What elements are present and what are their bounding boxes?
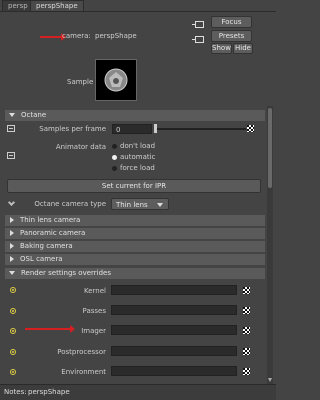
- osl-camera-label: OSL camera: [20, 255, 63, 263]
- tab-divider: [0, 11, 276, 12]
- thin-lens-camera-section[interactable]: Thin lens camera: [5, 215, 265, 226]
- render-overrides-label: Render settings overrides: [21, 269, 111, 277]
- expand-right-icon: [10, 256, 14, 262]
- camera-label: camera:: [62, 32, 91, 40]
- sample-swatch[interactable]: [95, 59, 137, 101]
- map-checker-icon[interactable]: [243, 368, 250, 375]
- samples-per-frame-label: Samples per frame: [39, 125, 106, 133]
- select-node-icon[interactable]: [192, 21, 204, 28]
- radio-dont-load-label: don't load: [120, 142, 156, 150]
- camera-type-dropdown[interactable]: Thin lens: [111, 198, 169, 210]
- samples-per-frame-input[interactable]: 0: [112, 124, 152, 134]
- notes-value[interactable]: perspShape: [28, 388, 70, 396]
- baking-camera-label: Baking camera: [20, 242, 73, 250]
- expand-right-icon: [10, 243, 14, 249]
- presets-button[interactable]: Presets: [211, 30, 252, 42]
- map-checker-icon[interactable]: [243, 307, 250, 314]
- connector-icon[interactable]: [10, 349, 16, 355]
- show-button[interactable]: Show: [211, 43, 232, 54]
- expand-right-icon: [10, 230, 14, 236]
- notes-label: Notes:: [4, 388, 27, 396]
- map-checker-icon[interactable]: [243, 327, 250, 334]
- map-checker-icon[interactable]: [243, 287, 250, 294]
- map-checker-icon[interactable]: [243, 348, 250, 355]
- red-arrow-annotation: [40, 33, 66, 41]
- camera-value-field[interactable]: perspShape: [95, 32, 137, 40]
- imager-label: Imager: [81, 327, 106, 335]
- samples-slider-handle[interactable]: [154, 124, 157, 133]
- octane-section-header[interactable]: Octane: [5, 110, 265, 121]
- tab-persp[interactable]: persp: [2, 0, 34, 11]
- osl-camera-section[interactable]: OSL camera: [5, 254, 265, 265]
- tab-perspshape[interactable]: perspShape: [30, 0, 84, 11]
- pin-icon: [7, 198, 16, 207]
- camera-swatch-icon: [104, 68, 128, 92]
- connector-icon[interactable]: [10, 287, 16, 293]
- postprocessor-label: Postprocessor: [57, 348, 106, 356]
- map-button-icon[interactable]: [7, 152, 15, 159]
- scroll-down-icon[interactable]: [268, 378, 272, 382]
- radio-force-load[interactable]: [112, 166, 117, 171]
- map-checker-icon[interactable]: [247, 125, 254, 132]
- passes-field[interactable]: [111, 305, 237, 315]
- environment-field[interactable]: [111, 366, 237, 376]
- collapse-down-icon: [9, 271, 15, 275]
- expand-right-icon: [10, 217, 14, 223]
- chevron-down-icon: [157, 203, 163, 207]
- copy-tab-icon[interactable]: [192, 36, 204, 43]
- passes-label: Passes: [82, 307, 106, 315]
- octane-section-label: Octane: [21, 111, 47, 119]
- imager-field[interactable]: [111, 325, 237, 335]
- samples-slider-track[interactable]: [154, 128, 246, 130]
- connector-icon[interactable]: [10, 369, 16, 375]
- set-current-ipr-button[interactable]: Set current for IPR: [7, 179, 261, 193]
- collapse-down-icon: [9, 113, 15, 117]
- radio-force-load-label: force load: [120, 164, 155, 172]
- connector-icon[interactable]: [10, 308, 16, 314]
- postprocessor-field[interactable]: [111, 346, 237, 356]
- connector-icon[interactable]: [10, 328, 16, 334]
- radio-automatic[interactable]: [112, 155, 117, 160]
- scrollbar-thumb[interactable]: [268, 108, 272, 188]
- kernel-label: Kernel: [84, 287, 106, 295]
- baking-camera-section[interactable]: Baking camera: [5, 241, 265, 252]
- radio-dont-load[interactable]: [112, 144, 117, 149]
- focus-button[interactable]: Focus: [211, 16, 252, 28]
- render-overrides-section-header[interactable]: Render settings overrides: [5, 268, 265, 279]
- sample-label: Sample: [67, 78, 94, 86]
- camera-type-label: Octane camera type: [34, 200, 106, 208]
- hide-button[interactable]: Hide: [233, 43, 253, 54]
- panoramic-camera-label: Panoramic camera: [20, 229, 86, 237]
- map-button-icon[interactable]: [7, 125, 15, 132]
- thin-lens-camera-label: Thin lens camera: [20, 216, 81, 224]
- kernel-field[interactable]: [111, 285, 237, 295]
- animator-data-label: Animator data: [55, 143, 106, 151]
- environment-label: Environment: [61, 368, 106, 376]
- panoramic-camera-section[interactable]: Panoramic camera: [5, 228, 265, 239]
- radio-automatic-label: automatic: [120, 153, 156, 161]
